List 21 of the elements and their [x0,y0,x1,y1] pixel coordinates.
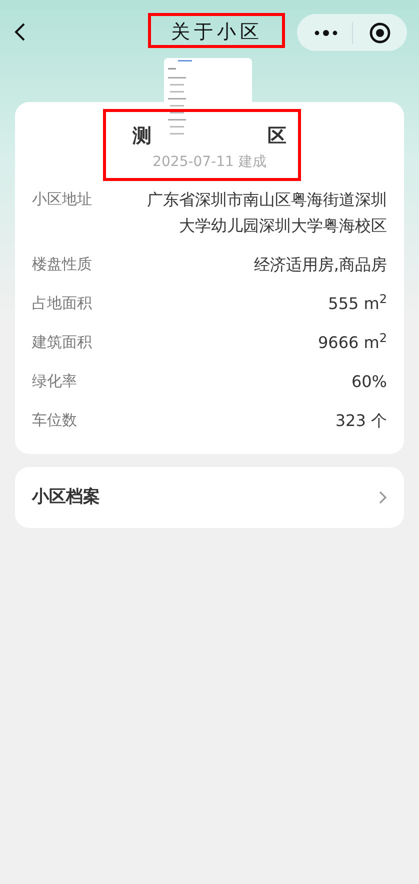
detail-value: 555 m$^{2}$ [327,291,387,315]
detail-label: 建筑面积 [32,332,93,353]
detail-value: 9666 m$^{2}$ [316,330,387,354]
detail-label: 绿化率 [32,371,78,392]
community-name: 区 [268,124,286,148]
page-title: 关于小区 [171,21,263,43]
built-date: 2025-07-11 建成 [152,153,268,172]
chevron-icon [379,491,387,504]
archive-link[interactable]: 小区档案 [15,467,404,528]
detail-label: 车位数 [32,410,78,431]
detail-label: 占地面积 [32,293,93,314]
detail-label: 小区地址 [32,189,93,210]
back-icon[interactable] [14,22,26,42]
more-icon[interactable] [314,30,338,36]
detail-value: 广东省深圳市南山区粤海街道深圳大学幼儿园深圳大学粤海校区 [146,189,387,237]
detail-value: 60% [350,371,387,393]
detail-label: 楼盘性质 [32,254,93,275]
community-name: 测 [132,124,152,148]
detail-value: 323 个 [334,410,387,432]
close-icon[interactable] [369,22,391,44]
detail-value: 经济适用房,商品房 [252,254,387,276]
